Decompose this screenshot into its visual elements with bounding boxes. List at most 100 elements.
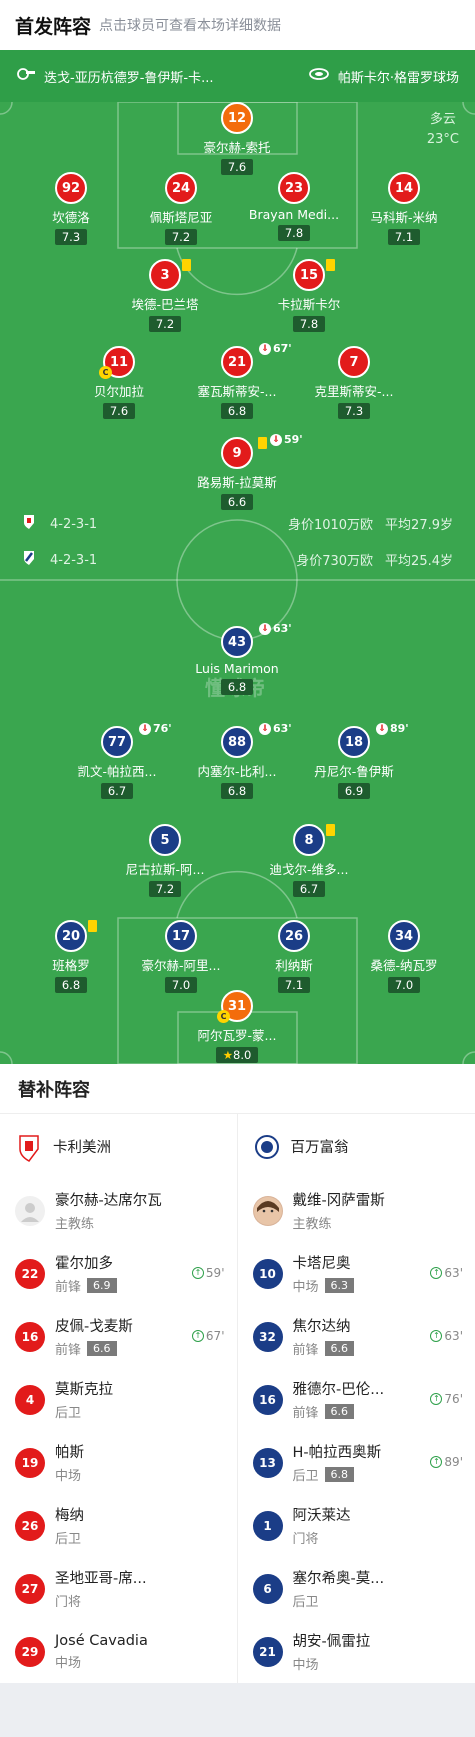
home-sub-26[interactable]: 26 梅纳 后卫: [0, 1494, 237, 1557]
away-player-18[interactable]: 18 ⇓ 89' 丹尼尔-鲁伊斯 6.9: [289, 722, 419, 799]
coach-role: 主教练: [292, 1217, 332, 1232]
sub-number-badge: 22: [15, 1258, 45, 1289]
sub-minute: 76': [153, 722, 172, 735]
sub-name: 圣地亚哥-席...: [55, 1571, 147, 1587]
page-subtitle: 点击球员可查看本场详细数据: [99, 18, 282, 34]
player-rating: 6.7: [100, 783, 134, 799]
player-number-badge: 18 ⇓ 89': [338, 722, 409, 758]
sub-number-badge: 16: [252, 1384, 283, 1415]
player-number-badge: 15: [293, 259, 335, 291]
home-sub-19[interactable]: 19 帕斯 中场: [0, 1431, 237, 1494]
home-player-24[interactable]: 24 佩斯塔尼亚 7.2: [116, 172, 246, 245]
player-number-badge: 7: [338, 346, 370, 378]
home-player-9[interactable]: 9 ⇓ 59' 路易斯-拉莫斯 6.6: [172, 433, 303, 510]
home-formation: 4-2-3-1: [50, 516, 98, 532]
player-name: 塞瓦斯蒂安-...: [197, 384, 277, 399]
sub-name: 莫斯克拉: [55, 1382, 113, 1398]
home-player-11[interactable]: 11 C 贝尔加拉 7.6: [54, 346, 184, 419]
away-player-31[interactable]: 31 C 阿尔瓦罗-蒙... ★8.0: [172, 990, 302, 1063]
home-player-14[interactable]: 14 马科斯-米纳 7.1: [339, 172, 469, 245]
home-team-row[interactable]: 卡利美洲: [0, 1114, 237, 1179]
home-sub-29[interactable]: 29 José Cavadia 中场: [0, 1620, 237, 1683]
player-number-badge: 23: [278, 172, 310, 204]
away-player-5[interactable]: 5 尼古拉斯-阿... 7.2: [100, 824, 230, 897]
sub-position: 前锋: [292, 1343, 319, 1358]
player-name: 路易斯-拉莫斯: [197, 475, 277, 490]
sub-number-badge: 29: [15, 1636, 45, 1667]
sub-out-icon: ⇓: [259, 722, 271, 735]
sub-name: 霍尔加多: [55, 1256, 113, 1272]
home-player-21[interactable]: 21 ⇓ 67' 塞瓦斯蒂安-... 6.8: [172, 342, 302, 419]
player-rating: 6.8: [220, 679, 254, 695]
away-coach-row[interactable]: 戴维-冈萨雷斯 主教练: [238, 1179, 475, 1242]
player-number: 9: [232, 445, 242, 461]
home-player-15[interactable]: 15 卡拉斯卡尔 7.8: [244, 259, 374, 332]
sub-in-icon: ↑: [430, 1456, 443, 1468]
away-sub-13[interactable]: 13 H-帕拉西奥斯 后卫 6.8 ↑ 89': [238, 1431, 475, 1494]
sub-number-badge: 21: [252, 1636, 283, 1667]
away-sub-10[interactable]: 10 卡塔尼奥 中场 6.3 ↑ 63': [238, 1242, 475, 1305]
away-player-17[interactable]: 17 豪尔赫-阿里... 7.0: [116, 920, 246, 993]
sub-out-marker: ⇓ 63': [259, 722, 292, 735]
sub-rating: 6.6: [87, 1341, 117, 1356]
player-name: 丹尼尔-鲁伊斯: [314, 764, 394, 779]
sub-out-marker: ⇓ 59': [270, 433, 303, 446]
away-player-34[interactable]: 34 桑德-纳瓦罗 7.0: [339, 920, 469, 993]
away-sub-21[interactable]: 21 胡安-佩雷拉 中场: [238, 1620, 475, 1683]
home-sub-4[interactable]: 4 莫斯克拉 后卫: [0, 1368, 237, 1431]
player-number: 31: [227, 998, 247, 1014]
player-number: 20: [61, 928, 81, 944]
away-sub-1[interactable]: 1 阿沃莱达 门将: [238, 1494, 475, 1557]
away-team-row[interactable]: 百万富翁: [238, 1114, 475, 1179]
sub-position: 中场: [55, 1469, 82, 1484]
away-sub-16[interactable]: 16 雅德尔-巴伦... 前锋 6.6 ↑ 76': [238, 1368, 475, 1431]
player-name: 卡拉斯卡尔: [277, 297, 341, 312]
away-player-8[interactable]: 8 迪戈尔-维多... 6.7: [244, 824, 374, 897]
rating-value: 8.0: [233, 1048, 252, 1062]
away-player-43[interactable]: 43 ⇓ 63' Luis Marimon 6.8: [172, 622, 302, 695]
sub-in-minute: 63': [444, 1329, 463, 1343]
sub-number-badge: 13: [252, 1447, 283, 1478]
away-player-88[interactable]: 88 ⇓ 63' 内塞尔-比利... 6.8: [172, 722, 302, 799]
home-team-logo: [15, 1132, 43, 1162]
player-number-badge: 34: [388, 920, 420, 952]
player-number-badge: 11 C: [99, 346, 135, 379]
player-name: 佩斯塔尼亚: [149, 210, 213, 225]
home-team-mini-logo: [22, 514, 36, 534]
player-rating: 6.8: [54, 977, 88, 993]
captain-icon: C: [217, 1010, 230, 1023]
stadium-name: 帕斯卡尔·格雷罗球场: [337, 70, 459, 86]
home-sub-27[interactable]: 27 圣地亚哥-席... 门将: [0, 1557, 237, 1620]
home-sub-22[interactable]: 22 霍尔加多 前锋 6.9 ↑ 59': [0, 1242, 237, 1305]
away-sub-32[interactable]: 32 焦尔达纳 前锋 6.6 ↑ 63': [238, 1305, 475, 1368]
player-rating: 6.6: [220, 494, 254, 510]
whistle-icon: [16, 67, 36, 85]
player-rating: 7.1: [387, 229, 421, 245]
player-rating: 7.2: [164, 229, 198, 245]
home-player-12[interactable]: 12 豪尔赫-索托 7.6: [172, 102, 302, 175]
away-player-77[interactable]: 77 ⇓ 76' 凯文-帕拉西... 6.7: [52, 722, 182, 799]
sub-position: 后卫: [292, 1469, 319, 1484]
player-rating: 6.8: [220, 403, 254, 419]
home-player-7[interactable]: 7 克里斯蒂安-... 7.3: [289, 346, 419, 419]
player-name: 迪戈尔-维多...: [269, 862, 349, 877]
player-name: 马科斯-米纳: [370, 210, 438, 225]
player-rating: 7.2: [148, 316, 182, 332]
bench-section: 替补阵容 卡利美洲 豪尔赫-达席尔瓦 主教练 22 霍尔加多 前锋 6.9 ↑ …: [0, 1064, 475, 1683]
yellow-card-icon: [326, 259, 335, 271]
player-number: 88: [227, 734, 247, 750]
home-sub-16[interactable]: 16 皮佩-戈麦斯 前锋 6.6 ↑ 67': [0, 1305, 237, 1368]
home-coach-row[interactable]: 豪尔赫-达席尔瓦 主教练: [0, 1179, 237, 1242]
home-player-3[interactable]: 3 埃德-巴兰塔 7.2: [100, 259, 230, 332]
away-formation: 4-2-3-1: [50, 552, 98, 568]
sub-number-badge: 27: [15, 1573, 45, 1604]
bench-grid: 卡利美洲 豪尔赫-达席尔瓦 主教练 22 霍尔加多 前锋 6.9 ↑ 59' 1…: [0, 1114, 475, 1683]
sub-out-icon: ⇓: [259, 622, 271, 635]
player-number-badge: 77 ⇓ 76': [101, 722, 172, 758]
weather-info: 多云 23°C: [427, 110, 459, 150]
away-sub-6[interactable]: 6 塞尔希奥-莫... 后卫: [238, 1557, 475, 1620]
away-market-value: 身价730万欧: [296, 554, 374, 569]
star-icon: ★: [222, 1048, 233, 1062]
sub-position: 中场: [292, 1280, 319, 1295]
sub-number-badge: 1: [252, 1510, 283, 1541]
